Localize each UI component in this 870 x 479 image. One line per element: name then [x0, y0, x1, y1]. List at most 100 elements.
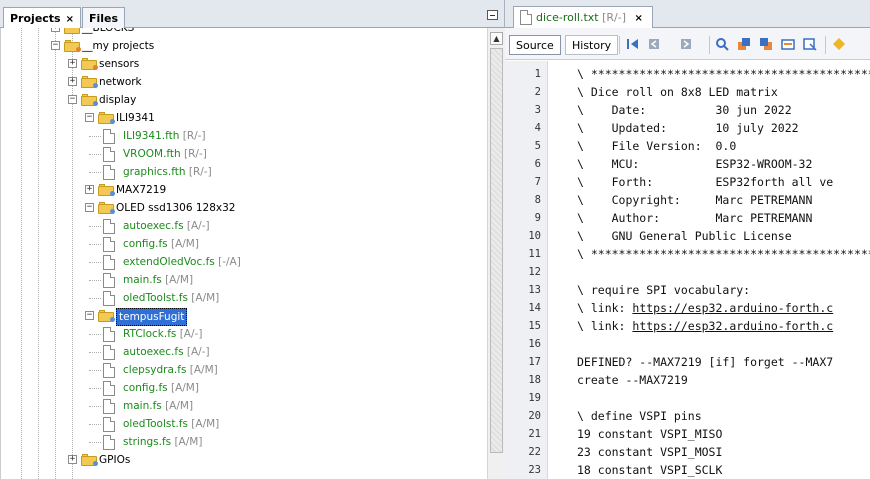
tree-file-node[interactable]: VROOM.fth [R/-]	[1, 145, 481, 163]
code-line[interactable]: \ File Version: 0.0	[577, 137, 736, 155]
tree-folder-node[interactable]: + sensors	[1, 55, 481, 73]
last-edit-icon[interactable]	[626, 37, 640, 51]
find-icon[interactable]	[715, 37, 729, 51]
collapse-icon[interactable]: −	[51, 41, 60, 50]
file-icon	[103, 399, 115, 414]
history-button[interactable]: History	[565, 35, 619, 55]
code-hyperlink[interactable]: https://esp32.arduino-forth.c	[632, 319, 833, 333]
tree-file-node[interactable]: graphics.fth [R/-]	[1, 163, 481, 181]
code-line[interactable]: \ link: https://esp32.arduino-forth.c	[577, 317, 833, 335]
editor-tab[interactable]: dice-roll.txt [R/-] ×	[513, 6, 653, 28]
scrollbar-thumb[interactable]	[490, 48, 503, 453]
tree-node-label: autoexec.fs [A/-]	[123, 217, 210, 235]
code-hyperlink[interactable]: https://esp32.arduino-forth.c	[632, 301, 833, 315]
code-line[interactable]: \ define VSPI pins	[577, 407, 702, 425]
toggle-highlight-icon[interactable]	[781, 37, 795, 51]
collapse-icon[interactable]: −	[85, 311, 94, 320]
collapse-icon[interactable]: −	[85, 113, 94, 122]
tree-connector	[89, 442, 101, 443]
tree-folder-node[interactable]: + network	[1, 73, 481, 91]
file-icon	[103, 165, 115, 180]
prev-occurrence-icon[interactable]	[737, 37, 751, 51]
source-button[interactable]: Source	[509, 35, 561, 55]
tree-node-label: sensors	[99, 58, 140, 70]
code-line[interactable]: \ link: https://esp32.arduino-forth.c	[577, 299, 833, 317]
scroll-up-icon[interactable]: ▲	[490, 32, 503, 45]
collapse-icon[interactable]: −	[68, 95, 77, 104]
code-line[interactable]: \ Copyright: Marc PETREMANN	[577, 191, 812, 209]
next-occurrence-icon[interactable]	[759, 37, 773, 51]
tab-projects[interactable]: Projects ×	[3, 7, 81, 29]
back-icon[interactable]	[647, 37, 661, 51]
tree-folder-node[interactable]: + MAX7219	[1, 181, 481, 199]
code-line[interactable]: 23 constant VSPI_MOSI	[577, 443, 722, 461]
line-number: 21	[528, 428, 541, 440]
tree-file-node[interactable]: main.fs [A/M]	[1, 271, 481, 289]
code-line[interactable]: \ Forth: ESP32forth all ve	[577, 173, 833, 191]
tree-folder-node[interactable]: + GPIOs	[1, 451, 481, 469]
tree-file-node[interactable]: config.fs [A/M]	[1, 379, 481, 397]
expand-icon[interactable]: +	[68, 59, 77, 68]
code-line[interactable]: \ Updated: 10 july 2022	[577, 119, 799, 137]
expand-icon[interactable]: +	[85, 185, 94, 194]
tree-node-label: VROOM.fth [R/-]	[123, 145, 207, 163]
code-area[interactable]: \ **************************************…	[548, 61, 870, 479]
tree-file-node[interactable]: main.fs [A/M]	[1, 397, 481, 415]
code-line[interactable]: \ Author: Marc PETREMANN	[577, 209, 812, 227]
tree-node-label: oledToolst.fs [A/M]	[123, 289, 219, 307]
tree-node-label: __BLOCKS	[82, 28, 135, 34]
collapse-icon[interactable]: −	[85, 203, 94, 212]
code-line[interactable]: DEFINED? --MAX7219 [if] forget --MAX7	[577, 353, 833, 371]
expand-icon[interactable]: +	[68, 455, 77, 464]
forward-icon[interactable]	[679, 37, 693, 51]
tree-folder-node[interactable]: − OLED ssd1306 128x32	[1, 199, 481, 217]
line-number: 13	[528, 284, 541, 296]
file-name: oledToolst.fs	[123, 418, 188, 430]
file-vcs-status: [A/-]	[176, 328, 203, 340]
shift-left-icon[interactable]	[832, 37, 846, 51]
code-line[interactable]: \ **************************************…	[577, 65, 870, 83]
code-line[interactable]: 18 constant VSPI_SCLK	[577, 461, 722, 479]
tree-file-node[interactable]: autoexec.fs [A/-]	[1, 343, 481, 361]
close-icon[interactable]: ×	[635, 13, 643, 24]
code-line[interactable]: \ Dice roll on 8x8 LED matrix	[577, 83, 778, 101]
tree-node-label: main.fs [A/M]	[123, 271, 193, 289]
toggle-bookmark-icon[interactable]	[803, 37, 817, 51]
code-text: \ Author: Marc PETREMANN	[577, 211, 813, 225]
close-icon[interactable]: ×	[66, 14, 74, 25]
tree-file-node[interactable]: ILI9341.fth [R/-]	[1, 127, 481, 145]
tree-file-node[interactable]: autoexec.fs [A/-]	[1, 217, 481, 235]
code-line[interactable]: \ GNU General Public License	[577, 227, 792, 245]
tree-file-node[interactable]: oledToolst.fs [A/M]	[1, 289, 481, 307]
code-line[interactable]: \ require SPI vocabulary:	[577, 281, 750, 299]
project-tree[interactable]: + __BLOCKS − __my projects + sensors + network −…	[0, 28, 487, 479]
vcs-badge-icon	[110, 191, 115, 196]
code-line[interactable]: \ MCU: ESP32-WROOM-32	[577, 155, 812, 173]
code-line[interactable]: 19 constant VSPI_MISO	[577, 425, 722, 443]
minimize-icon[interactable]	[487, 10, 498, 20]
tree-node-label: GPIOs	[99, 454, 131, 466]
tree-file-node[interactable]: RTClock.fs [A/-]	[1, 325, 481, 343]
tree-folder-node[interactable]: − tempusFugit	[1, 307, 481, 326]
tree-connector	[89, 226, 101, 227]
tree-file-node[interactable]: config.fs [A/M]	[1, 235, 481, 253]
tree-folder-node[interactable]: − display	[1, 91, 481, 109]
tree-file-node[interactable]: oledToolst.fs [A/M]	[1, 415, 481, 433]
file-name: autoexec.fs	[123, 346, 184, 358]
line-number: 8	[534, 194, 541, 206]
tree-file-node[interactable]: clepsydra.fs [A/M]	[1, 361, 481, 379]
tree-file-node[interactable]: extendOledVoc.fs [-/A]	[1, 253, 481, 271]
code-line[interactable]: \ **************************************…	[577, 245, 870, 263]
expand-icon[interactable]: +	[68, 77, 77, 86]
tree-file-node[interactable]: strings.fs [A/M]	[1, 433, 481, 451]
code-text: \ GNU General Public License	[577, 229, 792, 243]
code-line[interactable]: create --MAX7219	[577, 371, 688, 389]
tab-files[interactable]: Files	[82, 7, 126, 28]
tree-folder-node[interactable]: + __BLOCKS	[1, 28, 481, 37]
expand-icon[interactable]: +	[51, 28, 60, 32]
code-text: DEFINED? --MAX7219 [if] forget --MAX7	[577, 355, 834, 369]
tree-scrollbar[interactable]: ▲	[487, 28, 505, 479]
tree-folder-node[interactable]: − ILI9341	[1, 109, 481, 127]
code-line[interactable]: \ Date: 30 jun 2022	[577, 101, 792, 119]
tree-folder-node[interactable]: − __my projects	[1, 37, 481, 55]
